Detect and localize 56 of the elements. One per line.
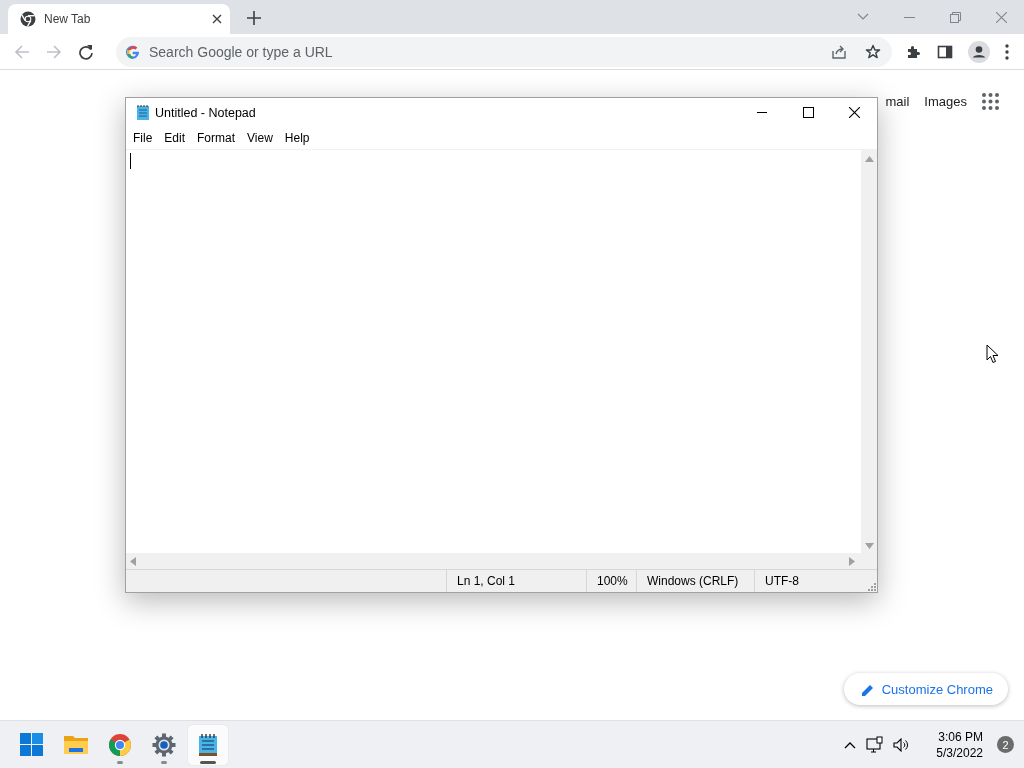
customize-chrome-button[interactable]: Customize Chrome (843, 673, 1008, 705)
header-link[interactable]: mail (885, 94, 910, 109)
taskbar-app-button[interactable] (188, 724, 228, 765)
scroll-left-icon (130, 556, 136, 566)
clock-date[interactable]: 5/3/2022 (936, 744, 983, 761)
chevron-up-icon[interactable] (844, 740, 857, 749)
windows-logo-icon (20, 732, 44, 757)
network-icon[interactable] (866, 736, 884, 753)
restore-icon[interactable] (950, 11, 961, 23)
status-text: Ln 1, Col 1 (446, 570, 586, 592)
status-text: UTF-8 (754, 570, 861, 592)
minimize-icon (757, 112, 767, 113)
vertical-scrollbar[interactable] (861, 150, 877, 553)
window-title: Untitled - Notepad (155, 105, 257, 120)
close-icon[interactable] (212, 14, 222, 24)
pencil-icon (860, 682, 874, 696)
menu-item[interactable]: View (241, 131, 279, 145)
notification-badge[interactable]: 2 (997, 736, 1014, 753)
chrome-logo-icon (20, 11, 36, 27)
scroll-up-icon (864, 156, 874, 162)
status-text: 100% (586, 570, 636, 592)
side-panel-icon[interactable] (937, 43, 953, 60)
scroll-down-icon (864, 543, 874, 549)
gear-icon (152, 732, 176, 757)
chrome-logo-icon (108, 732, 132, 757)
status-text: Windows (CRLF) (636, 570, 754, 592)
menu-item[interactable]: Help (278, 131, 316, 145)
share-icon[interactable] (831, 43, 847, 60)
more-vertical-icon[interactable] (1005, 43, 1009, 60)
reload-icon[interactable] (78, 43, 94, 60)
browser-tab[interactable]: New Tab (8, 4, 230, 34)
notepad-icon (136, 104, 150, 121)
menu-item[interactable]: Edit (158, 131, 192, 145)
menu-item[interactable]: File (127, 131, 159, 145)
puzzle-icon[interactable] (906, 43, 922, 60)
minimize-icon[interactable] (904, 16, 915, 18)
close-icon (848, 107, 860, 118)
address-bar[interactable]: Search Google or type a URL (116, 36, 892, 67)
star-icon[interactable] (865, 43, 881, 60)
clock-time[interactable]: 3:06 PM (938, 728, 983, 745)
running-indicator (117, 760, 123, 764)
chevron-down-icon[interactable] (857, 13, 869, 21)
maximize-icon (802, 107, 814, 118)
scroll-right-icon (849, 556, 855, 566)
profile-avatar-icon[interactable] (968, 40, 990, 63)
header-link[interactable]: Images (924, 94, 967, 109)
text-cursor (130, 153, 131, 169)
running-indicator (200, 760, 216, 764)
running-indicator (161, 760, 167, 764)
apps-grid-icon[interactable] (982, 93, 999, 110)
volume-icon[interactable] (893, 736, 909, 753)
horizontal-scrollbar[interactable] (126, 553, 861, 569)
menu-item[interactable]: Format (191, 131, 242, 145)
mouse-pointer-icon (986, 344, 999, 364)
plus-icon[interactable] (247, 11, 261, 25)
notepad-icon (196, 732, 220, 757)
